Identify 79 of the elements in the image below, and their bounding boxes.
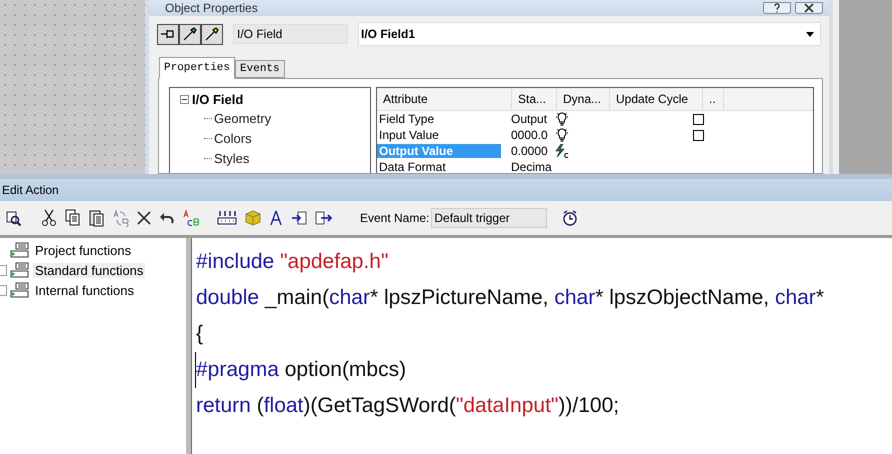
replace-button[interactable] (112, 208, 130, 228)
trigger-button[interactable] (561, 208, 580, 228)
cut-button[interactable] (40, 208, 58, 228)
static-value: Output (510, 111, 548, 127)
help-icon (772, 3, 782, 13)
pipette-button[interactable] (201, 24, 223, 44)
dropdown-arrow-icon (806, 32, 814, 36)
import-button[interactable] (290, 209, 308, 227)
pipette-button[interactable] (179, 24, 201, 44)
static-value: 0.0000 (510, 143, 549, 159)
export-button[interactable] (314, 209, 334, 227)
function-list-icon (10, 282, 30, 298)
code-line: return (float)(GetTagSWord("dataInput"))/100; (196, 393, 620, 419)
event-name-label: Event Name: (360, 211, 430, 225)
checkbox[interactable] (692, 130, 704, 140)
pipette-icon (182, 27, 198, 41)
static-value: 0000.0 (510, 127, 549, 143)
object-button[interactable] (244, 209, 262, 227)
abc-letters-icon (183, 209, 199, 227)
code-line: double _main(char* lpszPictureName, char* lpszObjectName, char* (196, 285, 825, 311)
tree-item[interactable]: Internal functions (33, 282, 136, 298)
expand-icon[interactable] (0, 264, 7, 276)
tree-item[interactable]: Project functions (33, 242, 134, 258)
lightbulb-icon[interactable] (555, 128, 569, 142)
replace-icon (113, 209, 129, 227)
object-name-dropdown[interactable]: I/O Field1 (358, 22, 821, 46)
copy-button[interactable] (64, 208, 82, 228)
help-button[interactable] (763, 2, 791, 14)
paste-button[interactable] (88, 208, 106, 228)
window-title: Edit Action (2, 183, 59, 197)
undo-icon (159, 211, 175, 225)
code-line: { (196, 321, 204, 347)
attribute-name[interactable]: Field Type (377, 112, 501, 126)
alarm-clock-icon (562, 209, 578, 227)
ruler-icon (217, 210, 237, 226)
column-header[interactable]: Update Cycle (610, 88, 703, 110)
tab[interactable]: Properties (159, 57, 236, 79)
search-icon (5, 209, 23, 227)
pin-button[interactable] (157, 24, 179, 44)
checkbox[interactable] (692, 114, 704, 124)
export-icon (315, 210, 333, 226)
code-line: #pragma option(mbcs) (195, 352, 892, 388)
tree-item[interactable]: I/O Field (192, 92, 244, 106)
tab[interactable]: Events (235, 60, 285, 78)
import-icon (291, 210, 307, 226)
object-type-field: I/O Field (233, 24, 348, 44)
delete-button[interactable] (136, 210, 152, 226)
tree-item[interactable]: Geometry (214, 110, 272, 126)
cube-icon (245, 210, 261, 226)
column-header[interactable]: Dyna... (557, 88, 610, 110)
paste-icon (89, 209, 105, 227)
x-icon (137, 211, 151, 225)
tree-item[interactable]: Colors (214, 130, 252, 146)
static-value: Decima (510, 159, 553, 173)
event-name-field: Default trigger (431, 208, 548, 228)
collapse-icon[interactable] (180, 94, 189, 104)
scissors-icon (41, 209, 57, 227)
pipette-icon (204, 27, 220, 41)
copy-icon (65, 209, 81, 227)
lightning-c-icon[interactable] (555, 144, 569, 158)
function-list-icon (10, 262, 30, 278)
pin-icon (160, 27, 176, 41)
code-line: #include "apdefap.h" (196, 249, 390, 275)
expand-icon[interactable] (0, 284, 7, 296)
close-button[interactable] (795, 2, 823, 14)
tree-item[interactable]: Styles (214, 150, 250, 166)
lightbulb-icon[interactable] (555, 112, 569, 126)
function-list-icon (10, 242, 30, 258)
tags-button[interactable] (216, 209, 238, 227)
column-header[interactable]: .. (703, 88, 724, 110)
column-header[interactable]: Attribute (377, 88, 512, 110)
close-icon (804, 3, 814, 13)
column-header[interactable]: Sta... (512, 88, 557, 110)
dialog-title: Object Properties (165, 2, 258, 14)
attribute-name[interactable]: Input Value (377, 128, 501, 142)
spelling-button[interactable] (182, 208, 200, 228)
code-editor[interactable]: #include "apdefap.h" double _main(char* lpszPictureName, char* lpszObjectName, char* { #pragma option(mbcs) return (float)(GetTagSWord("dataInput"))/100; (191, 238, 892, 454)
tree-item[interactable]: Standard functions (33, 262, 146, 278)
attribute-name[interactable]: Data Format (377, 160, 501, 173)
